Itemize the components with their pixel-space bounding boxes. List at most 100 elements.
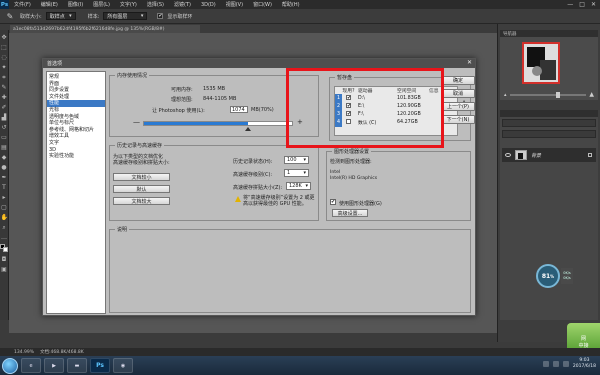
chevron-down-icon: ▾ bbox=[305, 183, 308, 189]
cache-tile-label: 高速缓存拼贴大小(Z): bbox=[233, 185, 283, 191]
tall-thin-button[interactable]: 文档较小 bbox=[113, 173, 170, 181]
category-item[interactable]: 同步设置 bbox=[47, 87, 105, 94]
type-tool-icon[interactable]: T bbox=[1, 184, 8, 191]
show-ring-checkbox[interactable]: ✔ bbox=[157, 13, 164, 19]
use-memory-label: 让 Photoshop 使用(L): bbox=[152, 108, 205, 114]
menu-filter[interactable]: 滤镜(T) bbox=[169, 1, 196, 8]
taskbar-folder-icon[interactable]: ▬ bbox=[67, 358, 87, 373]
eyedropper-icon[interactable]: ✎ bbox=[4, 11, 16, 21]
path-select-tool-icon[interactable]: ▸ bbox=[1, 194, 8, 201]
shape-tool-icon[interactable]: ▢ bbox=[1, 204, 8, 211]
zoom-level[interactable]: 134.99% bbox=[14, 350, 34, 355]
sample-label: 样本: bbox=[87, 13, 100, 20]
menu-help[interactable]: 帮助(H) bbox=[277, 1, 305, 8]
network-icon[interactable] bbox=[542, 361, 549, 367]
navigator-header[interactable]: 导航器 bbox=[500, 30, 598, 37]
cache-tile-select[interactable]: 128K ▾ bbox=[286, 182, 311, 190]
cache-levels-select[interactable]: 1 ▾ bbox=[284, 169, 309, 177]
close-icon[interactable]: ✕ bbox=[467, 59, 472, 66]
layer-row-background[interactable]: 背景 bbox=[502, 148, 596, 162]
memory-use-input[interactable]: 1074 bbox=[230, 106, 248, 113]
menu-image[interactable]: 图像(I) bbox=[63, 1, 88, 8]
document-tab[interactable]: a1ec08fa513d2697b62df4195f6b2f6216d8fe.j… bbox=[10, 25, 200, 33]
menu-select[interactable]: 选择(S) bbox=[142, 1, 169, 8]
close-window-button[interactable]: ✕ bbox=[591, 1, 596, 8]
volume-icon[interactable] bbox=[552, 361, 559, 367]
system-tray: 9:03 2017/6/18 bbox=[542, 358, 596, 370]
menu-layer[interactable]: 图层(L) bbox=[88, 1, 115, 8]
taskbar-photoshop-icon[interactable]: Ps bbox=[90, 358, 110, 373]
zoom-tool-icon[interactable]: ⌕ bbox=[1, 224, 8, 231]
menu-type[interactable]: 文字(Y) bbox=[115, 1, 142, 8]
color-swatches[interactable] bbox=[0, 244, 8, 253]
clock[interactable]: 9:03 2017/6/18 bbox=[573, 358, 596, 370]
maximize-button[interactable]: □ bbox=[579, 1, 585, 8]
big-flat-button[interactable]: 文档较大 bbox=[113, 197, 170, 205]
move-tool-icon[interactable]: ✥ bbox=[1, 34, 8, 41]
memory-minus[interactable]: — bbox=[133, 118, 140, 126]
blend-mode-row[interactable] bbox=[502, 130, 596, 138]
use-gpu-checkbox[interactable]: ✔ bbox=[330, 199, 336, 205]
history-brush-tool-icon[interactable]: ↺ bbox=[1, 124, 8, 131]
navigator-thumbnail[interactable] bbox=[522, 42, 560, 84]
blur-tool-icon[interactable]: ◆ bbox=[1, 154, 8, 161]
lock-icon bbox=[588, 153, 592, 157]
category-item[interactable]: 文字 bbox=[47, 140, 105, 147]
menu-window[interactable]: 窗口(W) bbox=[248, 1, 277, 8]
history-states-select[interactable]: 100 ▾ bbox=[284, 156, 309, 164]
marquee-tool-icon[interactable]: ⬚ bbox=[1, 44, 8, 51]
cancel-button[interactable]: 取消 bbox=[441, 89, 475, 98]
default-button[interactable]: 默认 bbox=[113, 185, 170, 193]
sample-select[interactable]: 所有图层 ▾ bbox=[103, 12, 148, 20]
navigator-zoom-slider[interactable]: ▴ ▲ bbox=[504, 91, 594, 98]
hand-tool-icon[interactable]: ✋ bbox=[1, 214, 8, 221]
brush-tool-icon[interactable]: ✐ bbox=[1, 104, 8, 111]
gpu-model: Intel(R) HD Graphics bbox=[330, 176, 378, 181]
sample-size-select[interactable]: 取样点 ▾ bbox=[45, 12, 76, 20]
stamp-tool-icon[interactable]: ▟ bbox=[1, 114, 8, 121]
category-item[interactable]: 常规 bbox=[47, 74, 105, 81]
start-button[interactable] bbox=[2, 357, 18, 374]
chevron-down-icon: ▾ bbox=[303, 157, 306, 163]
eyedropper-tool-icon[interactable]: ✎ bbox=[1, 84, 8, 91]
layers-panel-tabs[interactable] bbox=[500, 110, 598, 117]
taskbar-ie-icon[interactable]: e bbox=[21, 358, 41, 373]
screen-mode-icon[interactable]: ▣ bbox=[1, 266, 8, 273]
eraser-tool-icon[interactable]: ▭ bbox=[1, 134, 8, 141]
quick-mask-icon[interactable]: ◘ bbox=[1, 256, 8, 263]
prev-button[interactable]: 上一个(P) bbox=[441, 102, 475, 111]
eye-icon[interactable] bbox=[505, 153, 511, 157]
menu-file[interactable]: 文件(F) bbox=[9, 1, 36, 8]
category-item[interactable]: 单位与标尺 bbox=[47, 120, 105, 127]
menu-edit[interactable]: 编辑(E) bbox=[36, 1, 63, 8]
taskbar-media-icon[interactable]: ▶ bbox=[44, 358, 64, 373]
menu-3d[interactable]: 3D(D) bbox=[196, 2, 221, 8]
gradient-tool-icon[interactable]: ▤ bbox=[1, 144, 8, 151]
taskbar: e ▶ ▬ Ps ◉ 9:03 2017/6/18 bbox=[0, 356, 600, 375]
ime-icon[interactable] bbox=[562, 361, 569, 367]
zoom-in-icon[interactable]: ▲ bbox=[589, 91, 594, 98]
dodge-tool-icon[interactable]: ● bbox=[1, 164, 8, 171]
memory-slider[interactable] bbox=[143, 121, 293, 131]
pen-tool-icon[interactable]: ✒ bbox=[1, 174, 8, 181]
taskbar-app-icon[interactable]: ◉ bbox=[113, 358, 133, 373]
quick-select-tool-icon[interactable]: ✦ bbox=[1, 64, 8, 71]
lasso-tool-icon[interactable]: ◌ bbox=[1, 54, 8, 61]
healing-tool-icon[interactable]: ✚ bbox=[1, 94, 8, 101]
more-tools-icon[interactable]: … bbox=[1, 234, 8, 241]
memory-slider-fill bbox=[144, 122, 248, 125]
photoshop-logo: Ps bbox=[0, 0, 9, 9]
layer-filter-row[interactable] bbox=[502, 119, 596, 127]
ok-button[interactable]: 确定 bbox=[441, 76, 475, 85]
category-item-selected[interactable]: 性能 bbox=[47, 100, 105, 107]
category-item[interactable]: 增效工具 bbox=[47, 133, 105, 140]
category-item[interactable]: 光标 bbox=[47, 107, 105, 114]
next-button[interactable]: 下一个(N) bbox=[441, 115, 475, 124]
menu-view[interactable]: 视图(V) bbox=[221, 1, 248, 8]
advanced-settings-button[interactable]: 高级设置... bbox=[332, 209, 368, 217]
zoom-out-icon[interactable]: ▴ bbox=[504, 92, 507, 98]
minimize-button[interactable]: — bbox=[567, 1, 573, 8]
crop-tool-icon[interactable]: ⌗ bbox=[1, 74, 8, 81]
memory-slider-knob[interactable] bbox=[244, 127, 251, 131]
category-item[interactable]: 实验性功能 bbox=[47, 153, 105, 160]
